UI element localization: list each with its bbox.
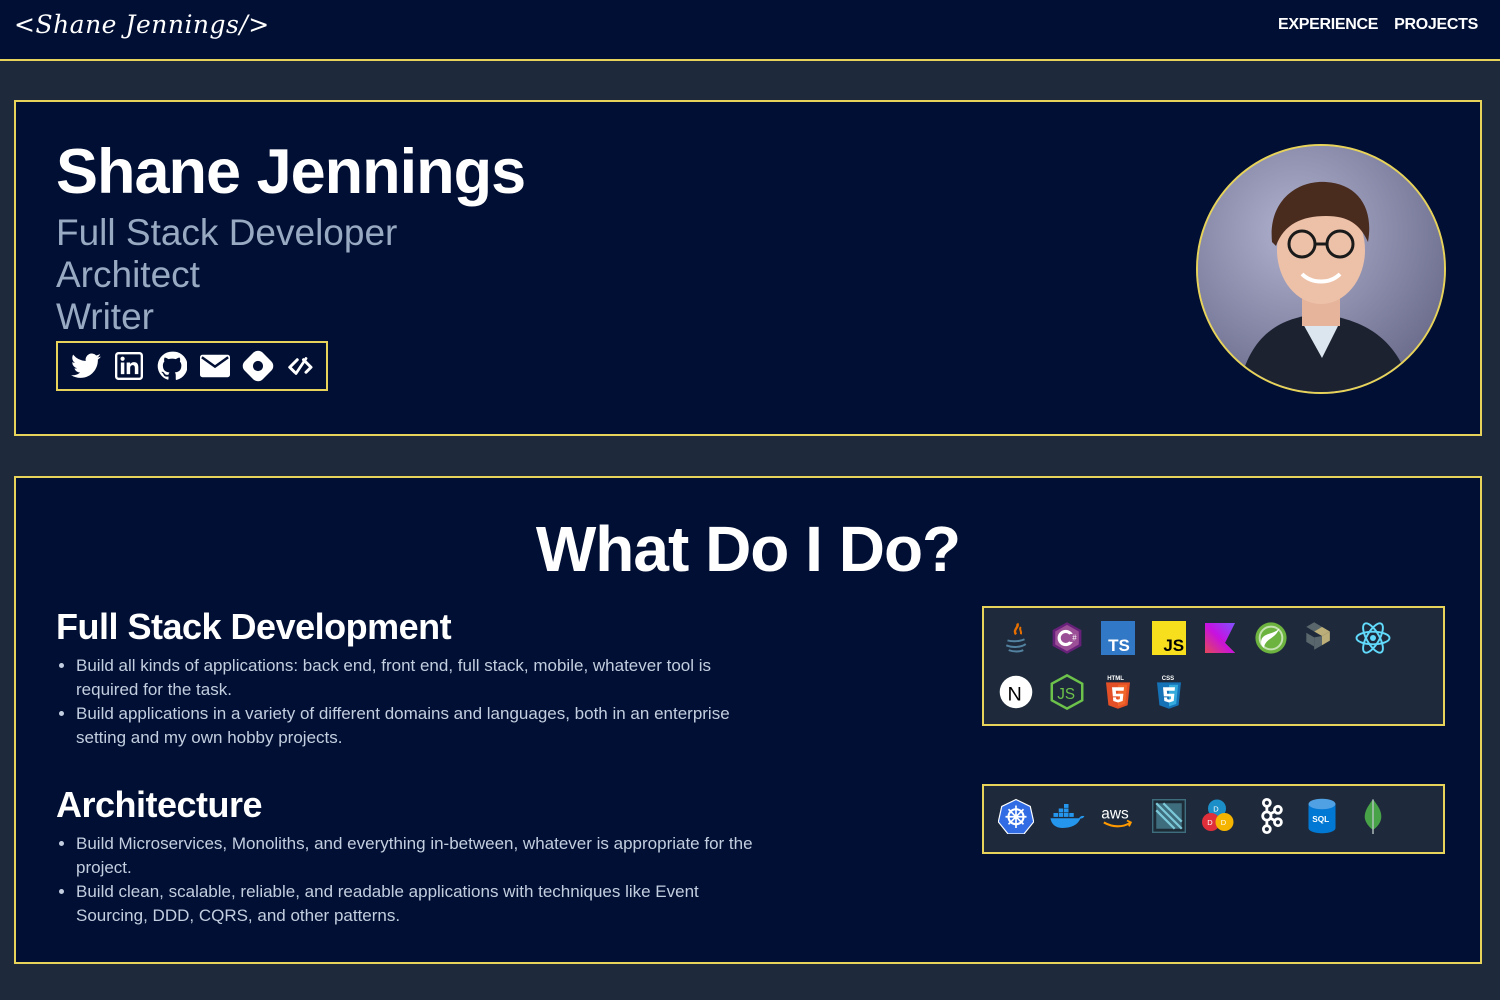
typescript-icon: TS: [1100, 620, 1136, 656]
role-full-stack: Full Stack Developer: [56, 212, 398, 253]
twitter-icon[interactable]: [70, 350, 102, 382]
service-bullet: Build applications in a variety of diffe…: [76, 702, 756, 750]
nav-link-projects[interactable]: PROJECTS: [1394, 16, 1478, 34]
n-label: N: [1008, 683, 1022, 705]
social-links: [56, 341, 328, 391]
d-label: D: [1221, 818, 1227, 827]
aws-icon: aws: [1100, 798, 1136, 834]
devto-icon[interactable]: [285, 350, 317, 382]
mongodb-icon: [1355, 798, 1391, 834]
hero-name: Shane Jennings: [56, 137, 526, 207]
java-icon: [998, 620, 1034, 656]
d-label: D: [1213, 805, 1219, 814]
what-do-i-do-card: What Do I Do? Full Stack Development Bui…: [14, 476, 1482, 964]
html5-icon: HTML: [1100, 674, 1136, 710]
aws-label: aws: [1101, 806, 1129, 823]
top-navbar: <Shane Jennings/> EXPERIENCE PROJECTS: [0, 0, 1500, 61]
email-icon[interactable]: [199, 350, 231, 382]
role-architect: Architect: [56, 254, 200, 295]
kafka-icon: [1253, 798, 1289, 834]
docker-icon: [1049, 798, 1085, 834]
service-title: Architecture: [56, 784, 263, 825]
js-label: JS: [1057, 685, 1075, 702]
service-full-stack: Full Stack Development Build all kinds o…: [56, 606, 756, 750]
html-label: HTML: [1107, 676, 1124, 682]
csharp-icon: #: [1049, 620, 1085, 656]
react-icon: [1355, 620, 1391, 656]
kotlin-icon: [1202, 620, 1238, 656]
js-label: JS: [1163, 636, 1184, 655]
github-icon[interactable]: [156, 350, 188, 382]
kubernetes-icon: [998, 798, 1034, 834]
section-title: What Do I Do?: [535, 513, 961, 585]
linkedin-icon[interactable]: [113, 350, 145, 382]
service-bullet: Build Microservices, Monoliths, and ever…: [76, 832, 756, 880]
spring-icon: [1253, 620, 1289, 656]
css-label: CSS: [1162, 676, 1174, 682]
nav-links: EXPERIENCE PROJECTS: [1278, 16, 1478, 34]
sql-database-icon: SQL: [1304, 798, 1340, 834]
ts-label: TS: [1108, 636, 1130, 655]
nodejs-icon: JS: [1049, 673, 1085, 710]
role-writer: Writer: [56, 296, 154, 337]
service-bullet: Build clean, scalable, reliable, and rea…: [76, 880, 756, 928]
svg-text:#: #: [1072, 634, 1077, 643]
nextjs-icon: N: [998, 674, 1034, 710]
nav-link-experience[interactable]: EXPERIENCE: [1278, 16, 1378, 34]
service-bullets: Build Microservices, Monoliths, and ever…: [56, 832, 756, 928]
circleci-icon: [1151, 798, 1187, 834]
service-bullets: Build all kinds of applications: back en…: [56, 654, 756, 750]
hashnode-icon[interactable]: [242, 350, 274, 382]
site-logo[interactable]: <Shane Jennings/>: [14, 10, 270, 39]
css3-icon: CSS: [1151, 674, 1187, 710]
service-bullet: Build all kinds of applications: back en…: [76, 654, 756, 702]
hero-card: Shane Jennings Full Stack Developer Arch…: [14, 100, 1482, 436]
tech-box-full-stack: # TS JS N JS HTML CSS: [982, 606, 1445, 726]
d-label: D: [1207, 818, 1213, 827]
dddd-icon: DDD: [1202, 798, 1238, 834]
tech-box-architecture: aws DDD SQL: [982, 784, 1445, 854]
javascript-icon: JS: [1151, 620, 1187, 656]
service-title: Full Stack Development: [56, 606, 452, 647]
hero-roles: Full Stack Developer Architect Writer: [56, 212, 397, 338]
sql-label: SQL: [1312, 815, 1329, 824]
profile-photo: [1196, 144, 1446, 394]
hibernate-icon: [1304, 620, 1340, 656]
service-architecture: Architecture Build Microservices, Monoli…: [56, 784, 756, 928]
